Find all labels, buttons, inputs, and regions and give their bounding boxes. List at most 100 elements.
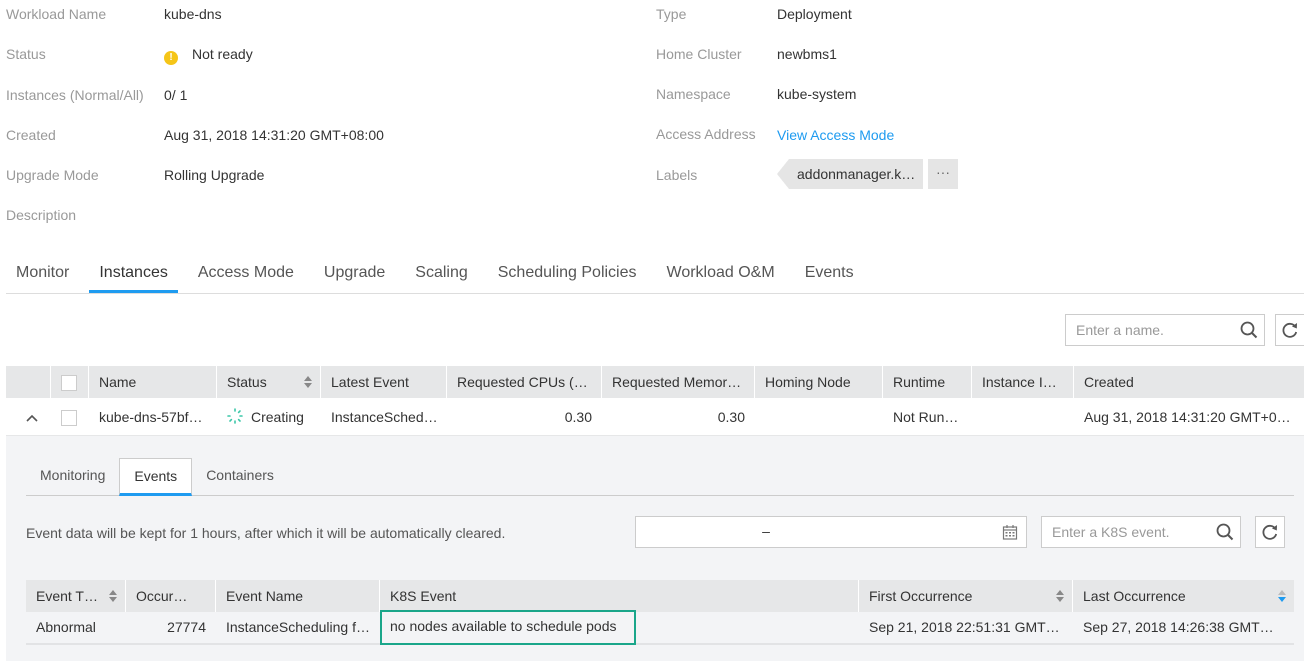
collapse-row-button[interactable] xyxy=(6,398,51,436)
sort-icon[interactable] xyxy=(1056,590,1064,602)
col-runtime[interactable]: Runtime xyxy=(883,366,972,398)
col-last-occurrence[interactable]: Last Occurrence xyxy=(1073,580,1294,612)
refresh-icon xyxy=(1262,524,1278,540)
col-event-type-label: Event T… xyxy=(36,588,98,604)
event-occurrences: 27774 xyxy=(167,619,206,635)
instance-ip xyxy=(972,398,1074,436)
loading-spinner-icon xyxy=(227,408,243,424)
home-cluster-value: newbms1 xyxy=(777,46,837,62)
tab-upgrade[interactable]: Upgrade xyxy=(314,258,395,293)
event-refresh-button[interactable] xyxy=(1255,516,1285,548)
type-value: Deployment xyxy=(777,6,852,22)
k8s-event-highlight: no nodes available to schedule pods xyxy=(380,610,636,645)
instance-homing-node xyxy=(755,398,883,436)
k8s-event-search xyxy=(1041,516,1241,548)
instances-value: 0/ 1 xyxy=(164,87,188,103)
event-name: InstanceScheduling f… xyxy=(226,619,370,635)
instance-latest-event: InstanceSched… xyxy=(331,409,438,425)
description-label: Description xyxy=(6,207,77,223)
col-first-occurrence[interactable]: First Occurrence xyxy=(859,580,1073,612)
upgrade-mode-label: Upgrade Mode xyxy=(6,167,99,183)
event-row: Abnormal 27774 InstanceScheduling f… no … xyxy=(26,610,1294,645)
calendar-icon[interactable] xyxy=(1002,524,1018,540)
k8s-event-cell: no nodes available to schedule pods xyxy=(380,610,859,645)
event-first-occurrence: Sep 21, 2018 22:51:31 GMT… xyxy=(869,619,1060,635)
instance-detail-panel: Monitoring Events Containers Event data … xyxy=(6,436,1304,661)
chevron-up-icon xyxy=(26,414,38,422)
workload-name-label: Workload Name xyxy=(6,6,107,22)
instance-search-input[interactable] xyxy=(1066,315,1232,345)
date-range-separator: – xyxy=(762,523,770,539)
col-requested-memory[interactable]: Requested Memor… xyxy=(602,366,755,398)
tab-scheduling-policies[interactable]: Scheduling Policies xyxy=(488,258,647,293)
col-homing-node[interactable]: Homing Node xyxy=(755,366,883,398)
sort-desc-icon[interactable] xyxy=(1278,590,1286,602)
instance-status-text: Creating xyxy=(251,409,304,425)
labels-label: Labels xyxy=(656,167,698,183)
col-event-name[interactable]: Event Name xyxy=(216,580,380,612)
tab-instances[interactable]: Instances xyxy=(89,258,178,293)
col-last-occurrence-label: Last Occurrence xyxy=(1083,588,1186,604)
date-range-picker[interactable]: – xyxy=(635,516,1027,548)
tab-scaling[interactable]: Scaling xyxy=(405,258,477,293)
instance-row[interactable]: kube-dns-57bf… Creating InstanceSched… 0… xyxy=(6,398,1304,436)
instance-name[interactable]: kube-dns-57bf… xyxy=(89,398,217,436)
instance-runtime: Not Run… xyxy=(893,409,959,425)
created-value: Aug 31, 2018 14:31:20 GMT+08:00 xyxy=(164,127,384,143)
col-status[interactable]: Status xyxy=(217,366,321,398)
home-cluster-label: Home Cluster xyxy=(656,46,742,62)
event-last-occurrence: Sep 27, 2018 14:26:38 GMT… xyxy=(1083,619,1274,635)
instance-refresh-button[interactable] xyxy=(1275,314,1304,346)
row-select-cell xyxy=(51,398,89,436)
instance-subtabs: Monitoring Events Containers xyxy=(26,458,1294,496)
select-all-cell xyxy=(51,366,89,398)
refresh-icon xyxy=(1282,322,1298,338)
warning-icon: ! xyxy=(164,51,178,65)
search-icon[interactable] xyxy=(1234,315,1264,345)
tab-events[interactable]: Events xyxy=(795,258,864,293)
col-latest-event[interactable]: Latest Event xyxy=(321,366,447,398)
col-created[interactable]: Created xyxy=(1074,366,1304,398)
events-table-header: Event T… Occur… Event Name K8S Event Fir… xyxy=(26,580,1294,612)
label-tag[interactable]: addonmanager.k… xyxy=(777,159,923,189)
instance-requested-cpus: 0.30 xyxy=(564,409,592,425)
status-value: ! Not ready xyxy=(164,46,253,65)
view-access-mode-link[interactable]: View Access Mode xyxy=(777,127,894,143)
namespace-value: kube-system xyxy=(777,86,857,102)
namespace-label: Namespace xyxy=(656,86,731,102)
tab-access-mode[interactable]: Access Mode xyxy=(188,258,304,293)
workload-name-value: kube-dns xyxy=(164,6,222,22)
sort-icon[interactable] xyxy=(109,590,117,602)
subtab-events[interactable]: Events xyxy=(119,458,193,496)
event-type: Abnormal xyxy=(36,619,96,635)
col-requested-cpus[interactable]: Requested CPUs (… xyxy=(447,366,602,398)
status-text: Not ready xyxy=(192,46,253,62)
instance-status: Creating xyxy=(217,398,321,436)
col-status-label: Status xyxy=(227,374,267,390)
created-label: Created xyxy=(6,127,56,143)
more-labels-button[interactable]: ··· xyxy=(928,159,958,189)
expand-column xyxy=(6,366,51,398)
status-label: Status xyxy=(6,46,46,62)
instances-table-header: Name Status Latest Event Requested CPUs … xyxy=(6,366,1304,398)
tab-workload-om[interactable]: Workload O&M xyxy=(657,258,785,293)
event-retention-notice: Event data will be kept for 1 hours, aft… xyxy=(26,525,506,541)
row-checkbox[interactable] xyxy=(61,410,77,427)
select-all-checkbox[interactable] xyxy=(61,375,77,392)
col-instance-ip[interactable]: Instance I… xyxy=(972,366,1074,398)
k8s-event-search-input[interactable] xyxy=(1042,517,1208,547)
col-occurrences[interactable]: Occur… xyxy=(126,580,216,612)
tab-monitor[interactable]: Monitor xyxy=(6,258,79,293)
sort-icon[interactable] xyxy=(304,376,312,388)
instance-created: Aug 31, 2018 14:31:20 GMT+0… xyxy=(1084,409,1291,425)
upgrade-mode-value: Rolling Upgrade xyxy=(164,167,265,183)
subtab-monitoring[interactable]: Monitoring xyxy=(26,458,119,495)
access-address-label: Access Address xyxy=(656,126,756,142)
instances-label: Instances (Normal/All) xyxy=(6,87,144,103)
subtab-containers[interactable]: Containers xyxy=(192,458,288,495)
col-k8s-event[interactable]: K8S Event xyxy=(380,580,859,612)
col-name[interactable]: Name xyxy=(89,366,217,398)
search-icon[interactable] xyxy=(1210,517,1240,547)
type-label: Type xyxy=(656,6,687,22)
col-event-type[interactable]: Event T… xyxy=(26,580,126,612)
